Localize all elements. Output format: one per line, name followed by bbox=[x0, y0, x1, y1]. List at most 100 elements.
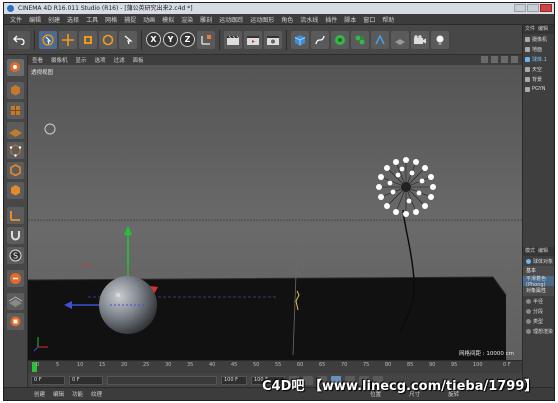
object-row[interactable]: 天空 bbox=[523, 64, 554, 74]
start-frame-field[interactable]: 0 F bbox=[69, 375, 103, 385]
menu-item-plugins[interactable]: 插件 bbox=[325, 15, 337, 24]
object-row-selected[interactable]: 球体.1 bbox=[523, 54, 554, 64]
toolbar-separator bbox=[286, 29, 287, 50]
attr-row-label: 理想渲染 bbox=[533, 328, 554, 335]
bottom-menu-texture[interactable]: 纹理 bbox=[91, 390, 102, 398]
texture-mode-button[interactable] bbox=[7, 102, 24, 119]
perspective-viewport[interactable]: 透视视图 网格间距 : 10000 cm bbox=[28, 65, 522, 360]
attr-row-render-perfect[interactable]: 理想渲染 bbox=[523, 326, 554, 336]
timeline-tick: 50 bbox=[253, 362, 260, 368]
attr-row-type[interactable]: 类型 bbox=[523, 316, 554, 326]
spline-pen-button[interactable] bbox=[311, 30, 329, 49]
tweak-mode-button[interactable] bbox=[7, 227, 24, 244]
light-button[interactable] bbox=[431, 30, 449, 49]
toolbar-separator bbox=[219, 29, 220, 50]
close-button[interactable] bbox=[540, 4, 552, 12]
menu-item-pipeline[interactable]: 流水线 bbox=[300, 15, 318, 24]
undo-button[interactable] bbox=[8, 30, 30, 49]
cube-primitive-button[interactable] bbox=[291, 30, 309, 49]
viewport-menu-display[interactable]: 显示 bbox=[76, 56, 87, 64]
pan-view-icon[interactable] bbox=[481, 56, 488, 63]
attr-mode-tab[interactable]: 平滑着色(Phong) bbox=[523, 276, 554, 288]
edges-mode-button[interactable] bbox=[7, 162, 24, 179]
menu-item-mesh[interactable]: 网格 bbox=[105, 15, 117, 24]
move-tool-button[interactable] bbox=[59, 30, 77, 49]
snap-button[interactable]: S bbox=[7, 247, 24, 264]
tab-file[interactable]: 文件 bbox=[525, 25, 535, 34]
x-axis-lock-button[interactable]: X bbox=[146, 32, 161, 47]
object-row[interactable]: 地面 bbox=[523, 44, 554, 54]
deformer-button[interactable] bbox=[371, 30, 389, 49]
tab-attr-edit[interactable]: 编辑 bbox=[538, 247, 548, 256]
viewport-menu-cameras[interactable]: 摄像机 bbox=[51, 56, 68, 64]
menu-item-file[interactable]: 文件 bbox=[10, 15, 22, 24]
minimize-button[interactable] bbox=[514, 4, 526, 12]
planar-workplane-button[interactable] bbox=[7, 293, 24, 310]
tab-edit[interactable]: 编辑 bbox=[538, 25, 548, 34]
menu-item-render[interactable]: 渲染 bbox=[181, 15, 193, 24]
scale-tool-button[interactable] bbox=[79, 30, 97, 49]
render-view-button[interactable] bbox=[224, 30, 242, 49]
bottom-menu-edit[interactable]: 编辑 bbox=[53, 390, 64, 398]
timeline-tick: 60 bbox=[297, 362, 304, 368]
current-frame-field[interactable]: 0 F bbox=[31, 375, 65, 385]
menu-item-select[interactable]: 选择 bbox=[67, 15, 79, 24]
rotate-view-icon[interactable] bbox=[501, 56, 508, 63]
tab-mode[interactable]: 模式 bbox=[525, 247, 535, 256]
model-mode-button[interactable] bbox=[7, 82, 24, 99]
polygons-mode-button[interactable] bbox=[7, 182, 24, 199]
bottom-menu-function[interactable]: 功能 bbox=[72, 390, 83, 398]
menu-item-edit[interactable]: 编辑 bbox=[29, 15, 41, 24]
recent-tool-button[interactable] bbox=[119, 30, 137, 49]
menu-item-sculpt[interactable]: 雕刻 bbox=[200, 15, 212, 24]
attr-row-radius[interactable]: 半径 bbox=[523, 296, 554, 306]
viewport-menu-filter[interactable]: 过滤 bbox=[114, 56, 125, 64]
rotate-tool-button[interactable] bbox=[99, 30, 117, 49]
object-row[interactable]: 背景 bbox=[523, 74, 554, 84]
workplane-mode-button[interactable] bbox=[7, 122, 24, 139]
z-axis-lock-button[interactable]: Z bbox=[180, 32, 195, 47]
render-settings-button[interactable] bbox=[264, 30, 282, 49]
toggle-view-icon[interactable] bbox=[511, 56, 518, 63]
render-to-picture-viewer-button[interactable] bbox=[244, 30, 262, 49]
object-row[interactable]: 摄像机 bbox=[523, 34, 554, 44]
environment-button[interactable] bbox=[391, 30, 409, 49]
viewport-menu-view[interactable]: 查看 bbox=[32, 56, 43, 64]
menu-item-create[interactable]: 创建 bbox=[48, 15, 60, 24]
object-row[interactable]: PGYN bbox=[523, 84, 554, 94]
menu-item-mograph[interactable]: 运动图形 bbox=[250, 15, 274, 24]
viewport-menu-panel[interactable]: 面板 bbox=[133, 56, 144, 64]
array-button[interactable] bbox=[351, 30, 369, 49]
lock-workplane-button[interactable] bbox=[7, 270, 24, 287]
viewport-menu-options[interactable]: 选项 bbox=[95, 56, 106, 64]
axis-mode-button[interactable] bbox=[7, 207, 24, 224]
timeline-ruler[interactable]: 0 5 10 15 20 25 30 35 40 45 50 55 60 65 … bbox=[28, 360, 522, 373]
bottom-menu-create[interactable]: 创建 bbox=[34, 390, 45, 398]
app-window: CINEMA 4D R16.011 Studio (R16) - [蒲公英研究出… bbox=[3, 2, 555, 401]
y-axis-lock-button[interactable]: Y bbox=[163, 32, 178, 47]
timeline-tick: 45 bbox=[231, 362, 238, 368]
range-slider[interactable] bbox=[107, 375, 217, 385]
coordinate-system-button[interactable] bbox=[197, 30, 215, 49]
points-mode-button[interactable] bbox=[7, 142, 24, 159]
camera-button[interactable] bbox=[411, 30, 429, 49]
menu-item-animate[interactable]: 动画 bbox=[143, 15, 155, 24]
dolly-view-icon[interactable] bbox=[491, 56, 498, 63]
menu-item-snap[interactable]: 捕捉 bbox=[124, 15, 136, 24]
end-frame-field[interactable]: 100 F bbox=[221, 375, 247, 385]
subdivision-button[interactable] bbox=[331, 30, 349, 49]
menu-item-help[interactable]: 帮助 bbox=[382, 15, 394, 24]
menu-item-window[interactable]: 窗口 bbox=[363, 15, 375, 24]
attr-row-segments[interactable]: 分段 bbox=[523, 306, 554, 316]
maximize-button[interactable] bbox=[527, 4, 539, 12]
live-select-button[interactable] bbox=[39, 30, 57, 49]
make-editable-button[interactable] bbox=[7, 59, 24, 76]
solo-button[interactable] bbox=[7, 313, 24, 330]
menu-item-tools[interactable]: 工具 bbox=[86, 15, 98, 24]
menu-item-simulate[interactable]: 模拟 bbox=[162, 15, 174, 24]
dandelion-head[interactable] bbox=[376, 157, 436, 217]
object-manager-tabs: 文件 编辑 bbox=[523, 25, 554, 34]
menu-item-script[interactable]: 脚本 bbox=[344, 15, 356, 24]
menu-item-character[interactable]: 角色 bbox=[281, 15, 293, 24]
menu-item-motion-tracking[interactable]: 运动跟踪 bbox=[219, 15, 243, 24]
